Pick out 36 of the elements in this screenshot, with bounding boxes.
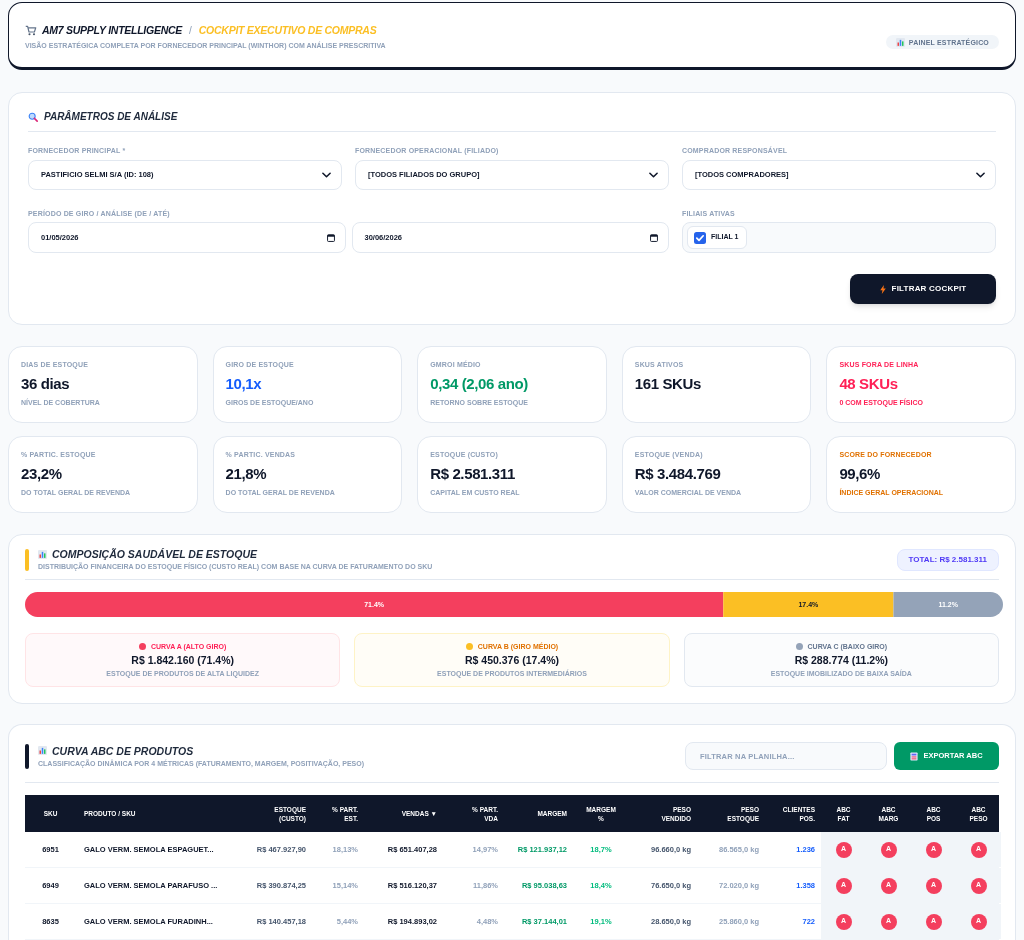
chevron-down-icon <box>976 172 985 178</box>
kpi-value: 23,2% <box>21 465 63 483</box>
bar-chart-icon <box>895 37 905 47</box>
calendar-icon <box>650 233 658 242</box>
title-separator: / <box>188 25 193 36</box>
calendar-icon <box>326 233 335 242</box>
bar-chart-icon <box>38 549 47 559</box>
section-title: PARÂMETROS DE ANÁLISE <box>44 110 178 124</box>
document-icon <box>910 751 919 761</box>
chevron-down-icon <box>649 172 658 178</box>
filter-button[interactable]: FILTRAR COCKPIT <box>850 274 996 304</box>
brand-name: AM7 SUPPLY INTELLIGENCE <box>42 25 182 36</box>
bar-chart-icon <box>38 746 47 755</box>
search-icon <box>28 112 38 122</box>
curve-value: R$ 288.774 (11.2%) <box>794 653 889 667</box>
page-title: COCKPIT EXECUTIVO DE COMPRAS <box>198 25 377 36</box>
curve-value: R$ 450.376 (17.4%) <box>465 653 559 667</box>
kpi-value: 21,8% <box>225 465 268 483</box>
kpi-value: 10,1x <box>225 375 263 393</box>
chevron-down-icon <box>322 172 331 178</box>
kpi-value: R$ 3.484.769 <box>634 465 722 483</box>
accent-bar <box>25 743 29 769</box>
section-title: COMPOSIÇÃO SAUDÁVEL DE ESTOQUE <box>52 548 257 560</box>
kpi-value: 36 dias <box>21 375 71 393</box>
checkbox[interactable] <box>694 231 706 244</box>
kpi-value: 161 SKUs <box>634 375 702 393</box>
cart-icon <box>25 25 37 36</box>
lightning-icon <box>879 284 886 294</box>
kpi-value: 0,34 (2,06 ano) <box>430 375 529 393</box>
accent-bar <box>25 548 29 571</box>
kpi-value: 99,6% <box>839 465 882 483</box>
curve-value: R$ 1.842.160 (71.4%) <box>131 653 235 667</box>
section-title: CURVA ABC DE PRODUTOS <box>52 744 194 757</box>
kpi-value: 48 SKUs <box>839 375 899 393</box>
kpi-value: R$ 2.581.311 <box>430 465 516 483</box>
total-badge: TOTAL: R$ 2.581.311 <box>896 548 999 571</box>
